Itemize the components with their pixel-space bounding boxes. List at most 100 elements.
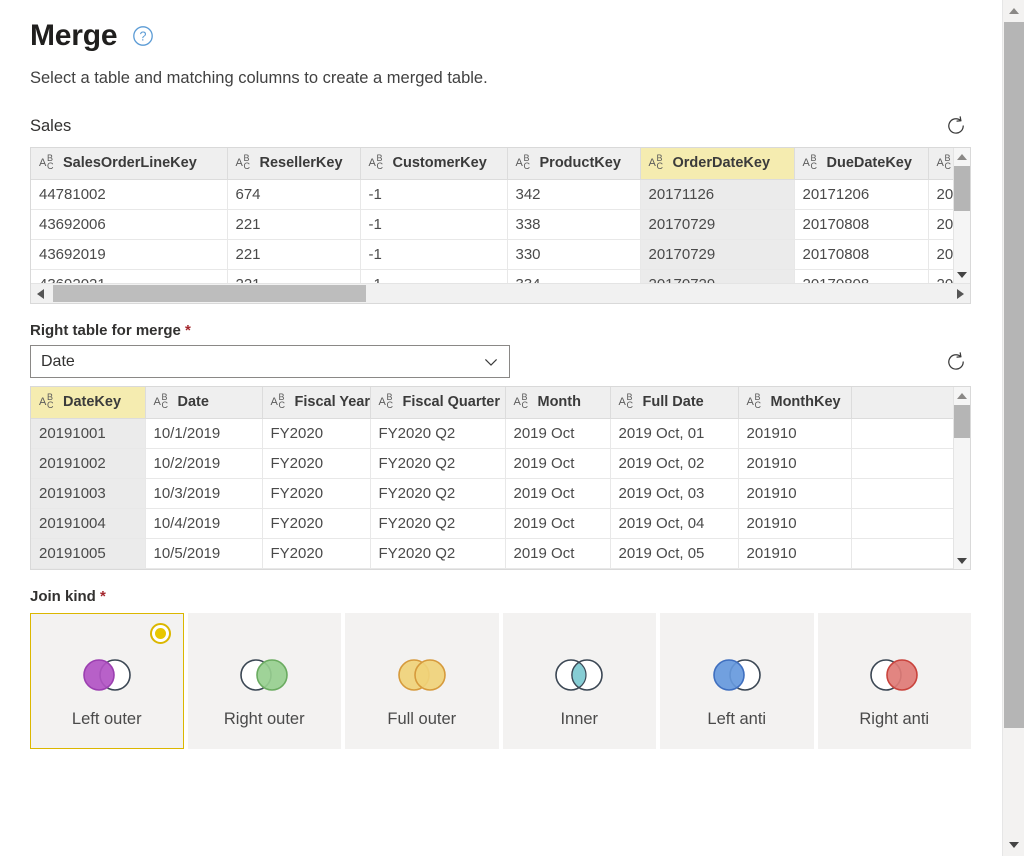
table-row[interactable]: 43692021221-1334201707292017080820 xyxy=(31,269,970,283)
table-cell: 43692019 xyxy=(31,239,228,270)
join-kind-card[interactable]: Right outer xyxy=(187,613,341,749)
left-grid-scroll-left-arrow[interactable] xyxy=(31,284,50,303)
left-grid-vscrollbar[interactable] xyxy=(953,148,970,283)
table-cell: FY2020 Q2 xyxy=(370,448,506,479)
help-circle-icon[interactable]: ? xyxy=(131,24,155,48)
join-kind-label-text: Right outer xyxy=(223,710,305,728)
abc-text-type-icon: ABC xyxy=(936,152,952,171)
right-grid-scroll-down-arrow[interactable] xyxy=(954,552,970,569)
right-grid-scroller: A B C DateKey A B C Date A B C Fiscal Year A B C Fiscal… xyxy=(31,387,970,569)
right-table-refresh-button[interactable] xyxy=(941,347,971,377)
column-header[interactable]: A B C SalesOrderLineKey xyxy=(31,148,228,180)
table-cell: FY2020 xyxy=(262,508,371,539)
abc-text-type-icon: ABC xyxy=(39,152,54,171)
column-header-label: ProductKey xyxy=(539,155,621,172)
table-cell: -1 xyxy=(360,179,508,210)
left-grid-hscroll-thumb[interactable] xyxy=(53,285,366,302)
table-cell: FY2020 xyxy=(262,478,371,509)
column-header[interactable]: A B C Fiscal Year xyxy=(262,387,371,419)
column-header[interactable]: A B C CustomerKey xyxy=(360,148,508,180)
table-cell: 10/4/2019 xyxy=(145,508,263,539)
column-header[interactable]: A B C Fiscal Quarter xyxy=(370,387,506,419)
left-grid-scroll-down-arrow[interactable] xyxy=(954,266,970,283)
table-row[interactable]: 20191005 10/5/2019 FY2020 FY2020 Q2 2019 Oct… xyxy=(31,538,956,569)
column-header[interactable]: A B C DateKey xyxy=(31,387,146,419)
column-header-label: Fiscal Quarter xyxy=(402,394,501,411)
table-row[interactable]: 20191002 10/2/2019 FY2020 FY2020 Q2 2019 Oct… xyxy=(31,448,956,479)
right-table-preview: A B C DateKey A B C Date A B C Fiscal Year A B C Fiscal… xyxy=(30,386,971,570)
right-grid-vscrollbar[interactable] xyxy=(953,387,970,569)
column-header[interactable]: A B C ResellerKey xyxy=(227,148,361,180)
left-grid-scroll-right-arrow[interactable] xyxy=(951,284,970,303)
column-header[interactable]: A B C Full Date xyxy=(610,387,739,419)
left-table-refresh-button[interactable] xyxy=(941,111,971,141)
table-cell: 20191004 xyxy=(31,508,146,539)
page-subtitle: Select a table and matching columns to c… xyxy=(30,69,488,87)
column-header[interactable]: A B C DueDateKey xyxy=(794,148,929,180)
table-cell-filler xyxy=(851,448,956,479)
table-row[interactable]: 43692006 221 -1 338 20170729 20170808 20 xyxy=(31,209,970,240)
page-scrollbar[interactable] xyxy=(1002,0,1024,856)
venn-diagram-icon xyxy=(870,659,919,691)
left-grid-vscroll-thumb[interactable] xyxy=(954,166,970,211)
column-header[interactable]: A B C OrderDateKey xyxy=(640,148,795,180)
join-kind-radio-selected[interactable] xyxy=(149,623,171,644)
abc-text-type-icon: ABC xyxy=(368,152,384,171)
page-scroll-up-arrow[interactable] xyxy=(1003,0,1024,22)
column-header-label: Full Date xyxy=(642,394,704,411)
left-grid-scroll-up-arrow[interactable] xyxy=(954,148,970,165)
join-kind-label-text: Left outer xyxy=(71,710,142,728)
column-header[interactable]: A B C ProductKey xyxy=(507,148,641,180)
table-cell: FY2020 xyxy=(262,538,371,569)
column-header-label: Month xyxy=(537,394,581,411)
table-row[interactable]: 20191003 10/3/2019 FY2020 FY2020 Q2 2019 Oct… xyxy=(31,478,956,509)
abc-text-type-icon: ABC xyxy=(513,391,529,410)
table-cell: 201910 xyxy=(738,478,852,509)
abc-text-type-icon: ABC xyxy=(378,391,394,410)
page-scroll-down-arrow[interactable] xyxy=(1003,834,1024,856)
left-grid-scroller: A B C SalesOrderLineKey A B C ResellerKey A B C Cus… xyxy=(31,148,970,283)
join-kind-card[interactable]: Left outer xyxy=(30,613,184,749)
join-kind-card[interactable]: Full outer xyxy=(345,613,499,749)
right-data-grid[interactable]: A B C DateKey A B C Date A B C Fiscal Year A B C Fiscal… xyxy=(31,387,956,569)
table-cell: 221 xyxy=(227,209,361,240)
right-grid-header-row: A B C DateKey A B C Date A B C Fiscal Year A B C Fiscal… xyxy=(31,387,956,419)
venn-diagram-icon xyxy=(712,659,761,691)
left-data-grid[interactable]: A B C SalesOrderLineKey A B C ResellerKey A B C Cus… xyxy=(31,148,970,283)
table-cell: -1 xyxy=(360,269,508,283)
table-cell: 43692006 xyxy=(31,209,228,240)
table-cell: 2019 Oct, 04 xyxy=(610,508,739,539)
join-kind-label-text: Full outer xyxy=(387,710,457,728)
join-kind-card[interactable]: Right anti xyxy=(817,613,971,749)
join-kind-options: Left outer Right outer Full outer Inner Left… xyxy=(30,613,971,749)
table-cell: 334 xyxy=(507,269,641,283)
join-kind-label-text: Join kind xyxy=(30,588,96,605)
page-scroll-thumb[interactable] xyxy=(1004,22,1024,728)
column-header[interactable]: A B C Date xyxy=(145,387,263,419)
abc-text-type-icon: ABC xyxy=(618,391,634,410)
right-table-dropdown-row: Date xyxy=(30,345,971,378)
column-header-filler xyxy=(851,387,956,419)
join-kind-card[interactable]: Left anti xyxy=(660,613,814,749)
table-cell: 10/2/2019 xyxy=(145,448,263,479)
left-table-header: Sales xyxy=(30,111,971,141)
right-grid-vscroll-thumb[interactable] xyxy=(954,405,970,438)
table-row[interactable]: 43692019 221 -1 330 20170729 20170808 20 xyxy=(31,239,970,270)
join-kind-card[interactable]: Inner xyxy=(502,613,656,749)
chevron-down-icon xyxy=(484,358,498,366)
right-table-dropdown[interactable]: Date xyxy=(30,345,510,378)
column-header-label: ResellerKey xyxy=(259,155,343,172)
table-row[interactable]: 44781002 674 -1 342 20171126 20171206 20 xyxy=(31,179,970,210)
left-grid-header-row: A B C SalesOrderLineKey A B C ResellerKey A B C Cus… xyxy=(31,148,970,180)
left-grid-hscrollbar[interactable] xyxy=(31,283,970,303)
table-cell: 20170808 xyxy=(794,269,929,283)
table-row[interactable]: 20191001 10/1/2019 FY2020 FY2020 Q2 2019 Oct… xyxy=(31,418,956,449)
table-cell: 20170729 xyxy=(640,239,795,270)
column-header[interactable]: A B C Month xyxy=(505,387,611,419)
table-cell-filler xyxy=(851,538,956,569)
required-marker: * xyxy=(185,322,191,339)
column-header[interactable]: A B C MonthKey xyxy=(738,387,852,419)
table-row[interactable]: 20191004 10/4/2019 FY2020 FY2020 Q2 2019 Oct… xyxy=(31,508,956,539)
right-grid-scroll-up-arrow[interactable] xyxy=(954,387,970,404)
table-cell: 2019 Oct, 03 xyxy=(610,478,739,509)
